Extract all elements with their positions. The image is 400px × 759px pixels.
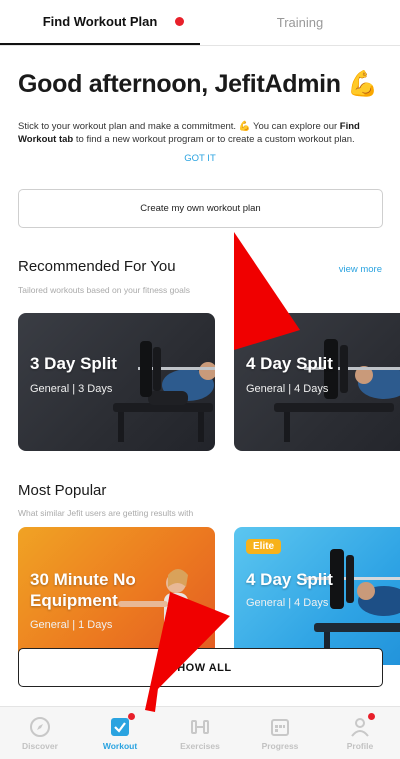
intro-text: Stick to your workout plan and make a co…	[18, 121, 360, 145]
nav-item-workout[interactable]: Workout	[80, 707, 160, 759]
create-workout-plan-button[interactable]: Create my own workout plan	[18, 189, 383, 228]
tab-find-workout-plan[interactable]: Find Workout Plan	[0, 0, 200, 45]
nav-item-progress[interactable]: Progress	[240, 707, 320, 759]
recommended-subtitle: Tailored workouts based on your fitness …	[18, 285, 190, 295]
card-title: 3 Day Split	[30, 354, 117, 373]
bench-press-illustration	[113, 341, 215, 442]
bench-press-illustration	[274, 339, 400, 442]
card-meta: General | 1 Days	[30, 619, 113, 631]
card-title: 4 Day Split	[246, 570, 333, 589]
card-meta: General | 4 Days	[246, 383, 329, 395]
nav-label: Discover	[22, 740, 58, 751]
compass-icon	[30, 716, 50, 737]
tab-label: Find Workout Plan	[42, 14, 158, 29]
greeting-title: Good afternoon, JefitAdmin 💪	[18, 70, 379, 98]
elite-badge: Elite	[246, 539, 282, 554]
workout-card-30-minute-no-equipment[interactable]: 30 Minute No Equipment General | 1 Days	[18, 527, 215, 665]
popular-title: Most Popular	[18, 482, 107, 499]
view-more-link[interactable]: view more	[339, 264, 382, 275]
card-title-line2: Equipment	[30, 591, 118, 610]
nav-item-profile[interactable]: Profile	[320, 707, 400, 759]
calendar-icon	[271, 718, 289, 736]
got-it-link[interactable]: GOT IT	[0, 153, 400, 164]
nav-label: Progress	[261, 740, 299, 751]
card-meta: General | 4 Days	[246, 597, 329, 609]
card-meta: General | 3 Days	[30, 383, 113, 395]
notification-dot	[128, 713, 135, 720]
card-title-line1: 30 Minute No	[30, 570, 136, 589]
nav-item-discover[interactable]: Discover	[0, 707, 80, 759]
recommended-title: Recommended For You	[18, 258, 176, 275]
checkbox-icon	[111, 717, 129, 736]
dumbbell-icon	[191, 719, 209, 734]
notification-dot	[175, 17, 184, 26]
tab-training[interactable]: Training	[200, 0, 400, 45]
main-content: Good afternoon, JefitAdmin 💪 Stick to yo…	[0, 46, 400, 706]
notification-dot	[368, 713, 375, 720]
workout-card-3-day-split[interactable]: 3 Day Split General | 3 Days	[18, 313, 215, 451]
workout-card-4-day-split[interactable]: 4 Day Split General | 4 Days	[234, 313, 400, 451]
person-icon	[351, 717, 369, 737]
bottom-nav: Discover Workout Exercises Progress Prof…	[0, 706, 400, 759]
show-all-button[interactable]: SHOW ALL	[18, 648, 383, 687]
top-tabs: Find Workout Plan Training	[0, 0, 400, 46]
nav-item-exercises[interactable]: Exercises	[160, 707, 240, 759]
card-title: 4 Day Split	[246, 354, 333, 373]
popular-subtitle: What similar Jefit users are getting res…	[18, 508, 194, 518]
nav-label: Workout	[102, 740, 138, 751]
nav-label: Exercises	[180, 740, 220, 751]
nav-label: Profile	[346, 740, 374, 751]
tab-label: Training	[276, 15, 324, 30]
workout-card-4-day-split-elite[interactable]: Elite 4 Day Split General | 4 Days	[234, 527, 400, 665]
